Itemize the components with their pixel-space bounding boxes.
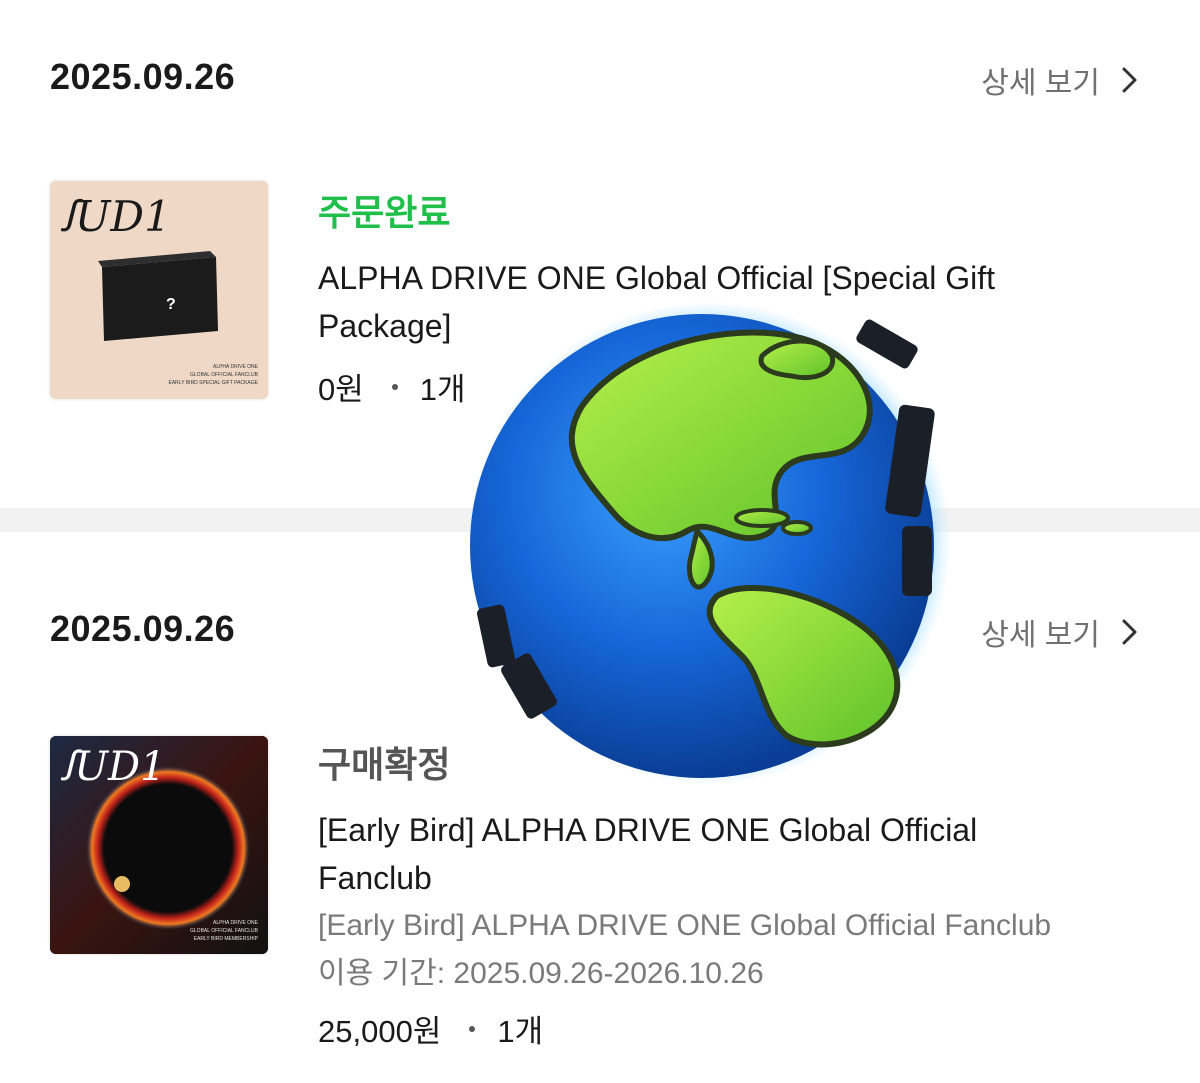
order-info: 구매확정 [Early Bird] ALPHA DRIVE ONE Global… — [318, 736, 1118, 1051]
section-divider — [0, 508, 1200, 532]
product-title-line1: [Early Bird] ALPHA DRIVE ONE Global Offi… — [318, 812, 978, 848]
view-details-button[interactable]: 상세 보기 — [981, 610, 1142, 654]
product-title-line1: ALPHA DRIVE ONE Global Official [Special… — [318, 260, 995, 296]
gift-package-image: ꭍUD1 ? ALPHA DRIVE ONE GLOBAL OFFICIAL F… — [50, 181, 268, 399]
price-row: 25,000원 1개 — [318, 1006, 1118, 1051]
thumb-caption-1: ALPHA DRIVE ONE — [213, 364, 259, 370]
view-details-button[interactable]: 상세 보기 — [981, 58, 1142, 102]
thumb-caption-2: GLOBAL OFFICIAL FANCLUB — [190, 372, 259, 378]
product-option: [Early Bird] ALPHA DRIVE ONE Global Offi… — [318, 909, 1052, 942]
thumb-logo: ꭍUD1 — [60, 192, 171, 241]
thumb-caption-2: GLOBAL OFFICIAL FANCLUB — [190, 928, 259, 934]
order-info: 주문완료 ALPHA DRIVE ONE Global Official [Sp… — [318, 184, 1118, 409]
separator-dot — [469, 1025, 476, 1032]
chevron-right-icon — [1122, 619, 1137, 645]
product-title-line2: Fanclub — [318, 860, 432, 896]
usage-period: 이용 기간: 2025.09.26-2026.10.26 — [318, 957, 764, 990]
thumb-logo: ꭍUD1 — [60, 744, 166, 790]
price-row: 0원 1개 — [318, 364, 1118, 409]
separator-dot — [391, 383, 398, 390]
view-details-label: 상세 보기 — [981, 619, 1100, 652]
order-status: 주문완료 — [318, 192, 451, 233]
membership-image: ꭍUD1 ALPHA DRIVE ONE GLOBAL OFFICIAL FAN… — [50, 736, 268, 954]
quantity: 1개 — [419, 372, 466, 407]
price: 25,000원 — [318, 1014, 442, 1049]
thumb-caption-1: ALPHA DRIVE ONE — [213, 920, 259, 926]
quantity: 1개 — [497, 1014, 544, 1049]
thumb-caption-3: EARLY BIRD SPECIAL GIFT PACKAGE — [169, 380, 259, 386]
thumb-caption-3: EARLY BIRD MEMBERSHIP — [194, 936, 259, 942]
product-title-line2: Package] — [318, 308, 452, 344]
thumb-box-mark: ? — [166, 296, 176, 313]
order-card-2: 2025.09.26 상세 보기 ꭍUD1 ALPHA DRIVE ONE GL… — [0, 532, 1200, 1083]
product-thumbnail[interactable]: ꭍUD1 ALPHA DRIVE ONE GLOBAL OFFICIAL FAN… — [50, 736, 268, 954]
product-thumbnail[interactable]: ꭍUD1 ? ALPHA DRIVE ONE GLOBAL OFFICIAL F… — [50, 181, 268, 399]
order-status: 구매확정 — [318, 744, 451, 785]
price: 0원 — [318, 372, 364, 407]
chevron-right-icon — [1122, 67, 1137, 93]
order-date: 2025.09.26 — [50, 608, 236, 649]
order-date: 2025.09.26 — [50, 56, 236, 97]
view-details-label: 상세 보기 — [981, 67, 1100, 100]
order-card-1: 2025.09.26 상세 보기 ꭍUD1 ? ALPHA DRIVE ONE … — [0, 0, 1200, 508]
